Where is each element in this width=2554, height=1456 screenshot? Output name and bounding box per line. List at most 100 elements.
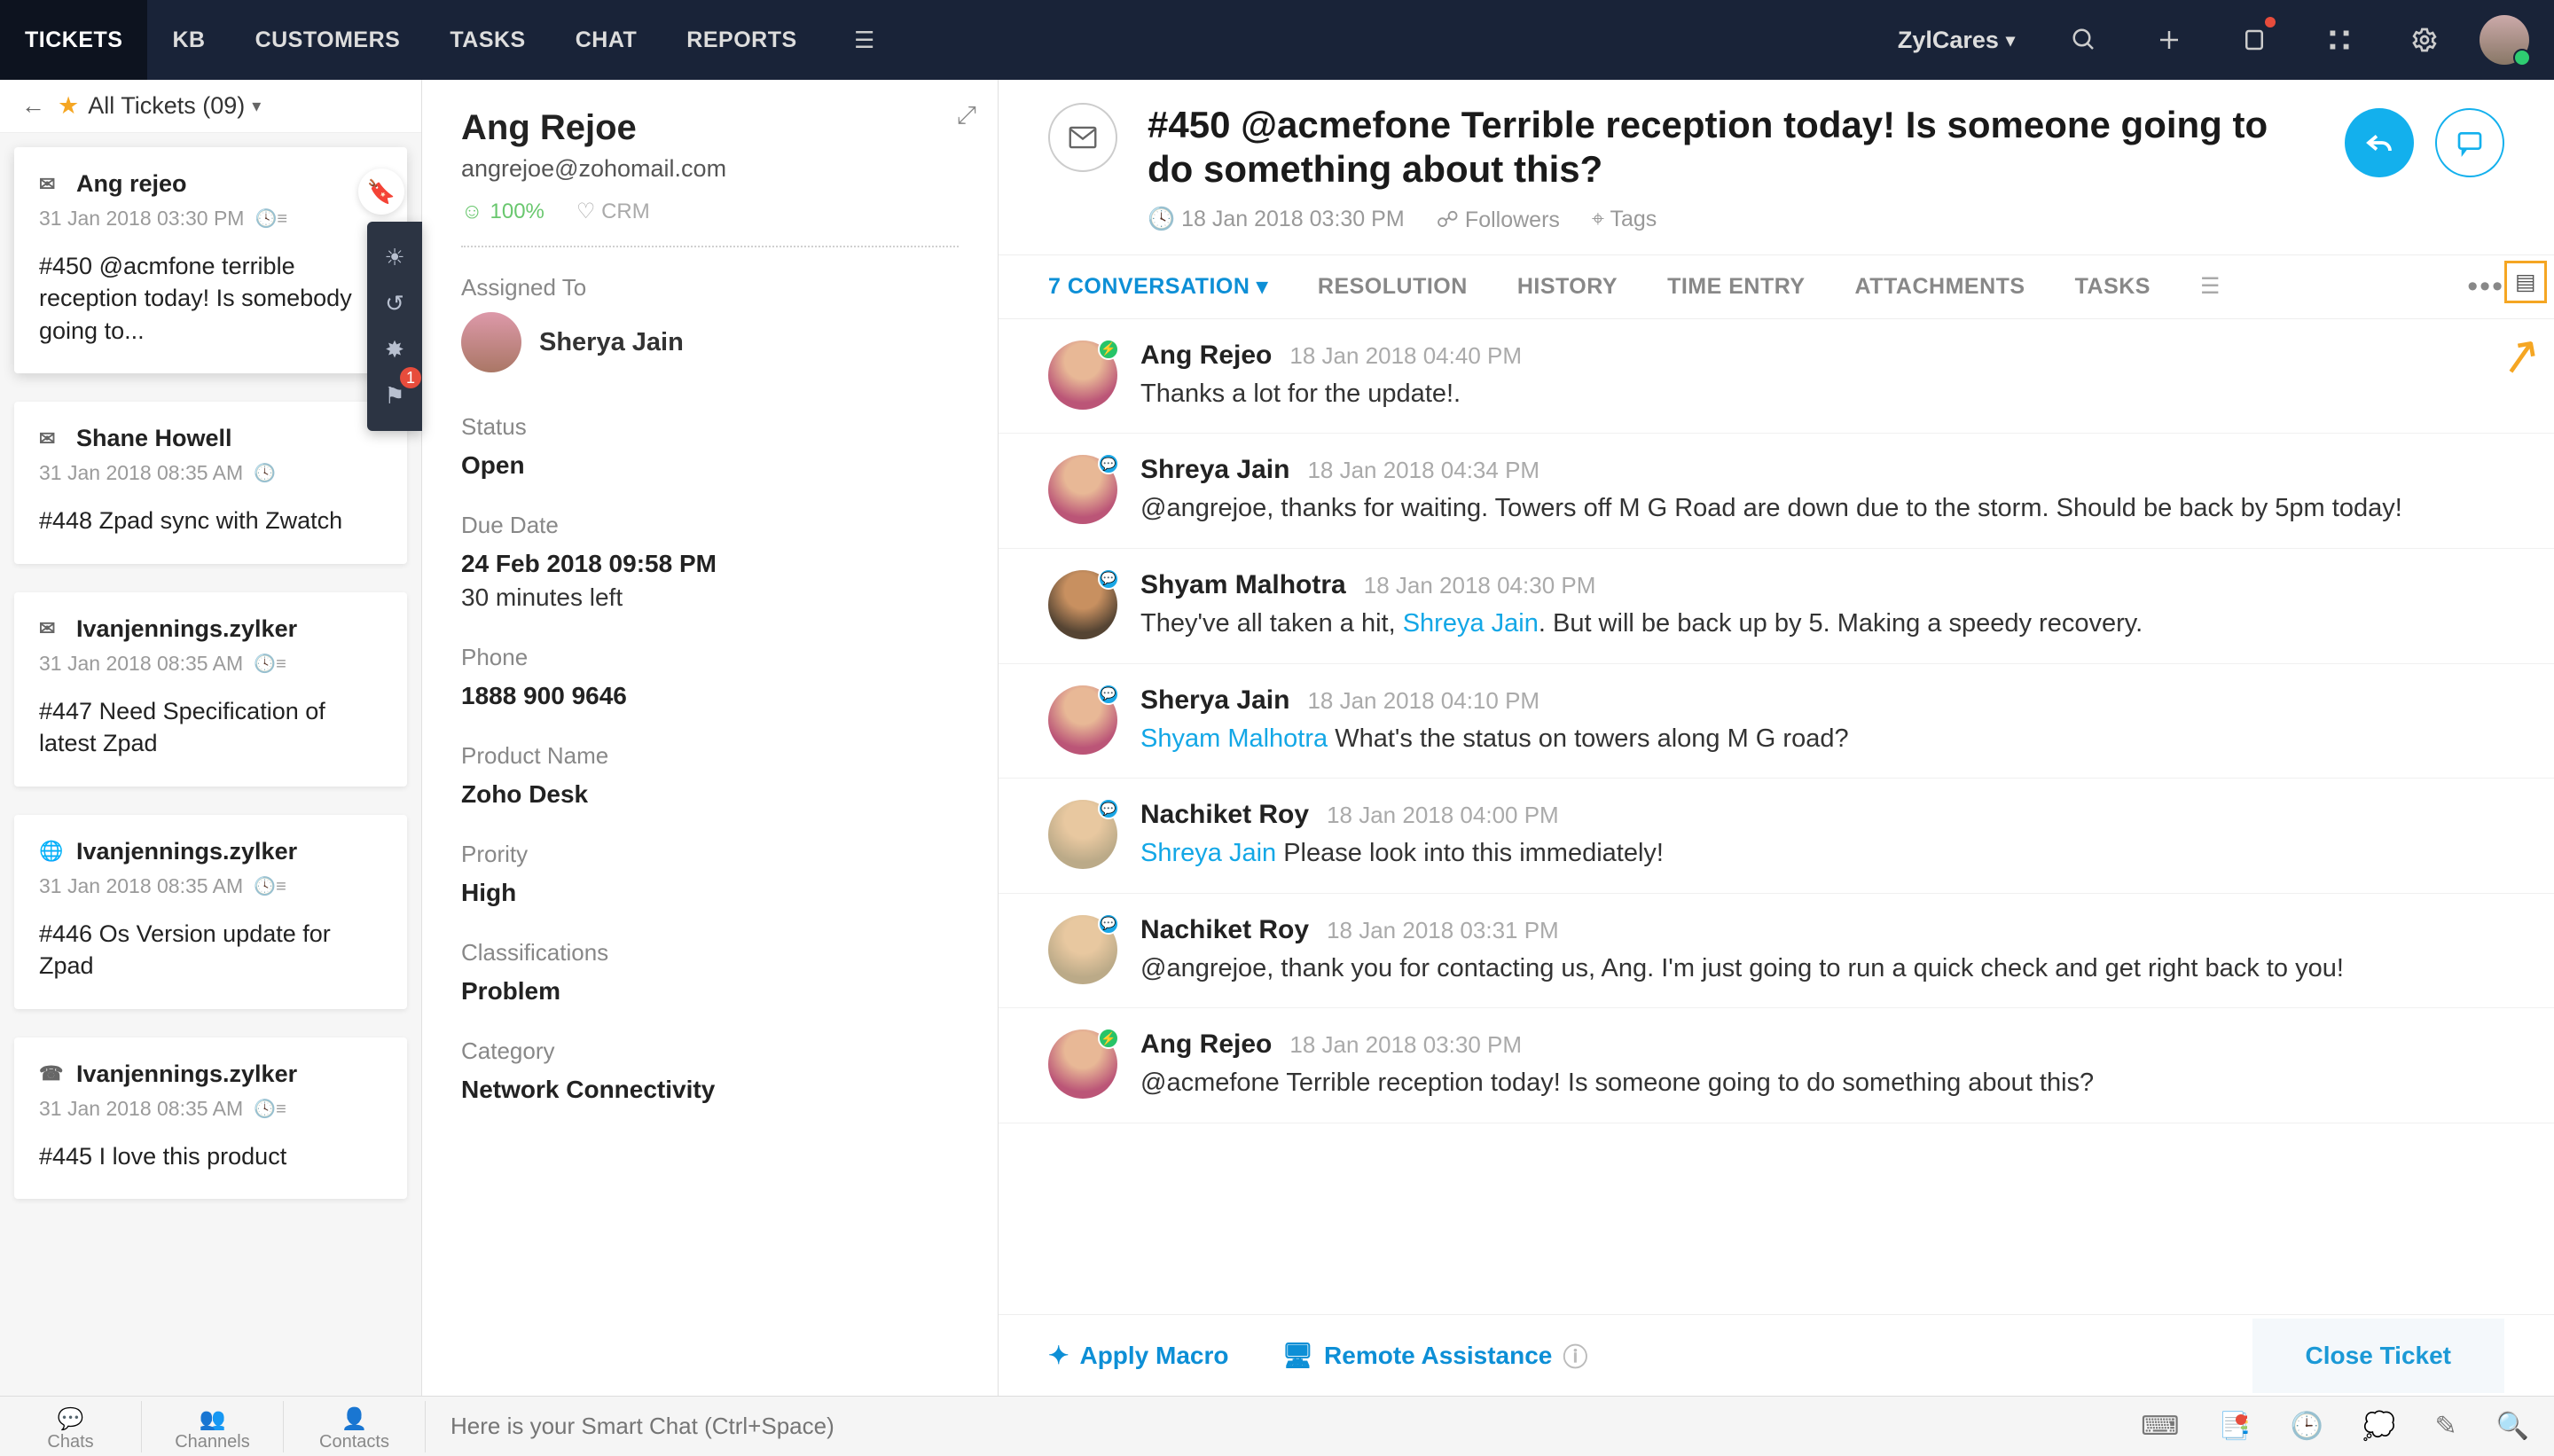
message-row[interactable]: 💬 Sherya Jain18 Jan 2018 04:10 PM Shyam … bbox=[999, 664, 2554, 779]
lightbulb-icon[interactable]: ☀ bbox=[377, 234, 412, 280]
bottom-tab-channels[interactable]: 👥Channels bbox=[142, 1401, 284, 1452]
org-switcher[interactable]: ZylCares▾ bbox=[1898, 27, 2015, 54]
chat-bubble-icon[interactable]: 💭 bbox=[2362, 1411, 2395, 1442]
message-row[interactable]: 💬 Nachiket Roy18 Jan 2018 04:00 PM Shrey… bbox=[999, 779, 2554, 894]
tab-time-entry[interactable]: TIME ENTRY bbox=[1667, 274, 1805, 300]
crm-badge[interactable]: ♡ CRM bbox=[576, 199, 650, 224]
message-row[interactable]: ⚡ Ang Rejeo18 Jan 2018 04:40 PM Thanks a… bbox=[999, 319, 2554, 434]
bottom-bar: 💬Chats 👥Channels 👤Contacts ⌨ 📑 🕒 💭 ✎ 🔍 bbox=[0, 1396, 2554, 1456]
message-text: Shreya Jain Please look into this immedi… bbox=[1140, 835, 2504, 872]
search-icon[interactable] bbox=[2057, 13, 2111, 67]
ticket-list[interactable]: ✉Ang rejeo 31 Jan 2018 03:30 PM🕓≡ #450 @… bbox=[0, 133, 421, 1396]
notifications-icon[interactable] bbox=[2228, 13, 2281, 67]
settings-icon[interactable] bbox=[2398, 13, 2451, 67]
ticket-number: #450 bbox=[39, 253, 92, 279]
nav-reports[interactable]: REPORTS bbox=[662, 0, 821, 80]
org-name: ZylCares bbox=[1898, 27, 1999, 54]
followers-link[interactable]: ☍ Followers bbox=[1437, 207, 1560, 233]
conversation-panel: #450 @acmefone Terrible reception today!… bbox=[999, 80, 2554, 1396]
nav-tickets[interactable]: TICKETS bbox=[0, 0, 147, 80]
ticket-card[interactable]: ✉Ang rejeo 31 Jan 2018 03:30 PM🕓≡ #450 @… bbox=[14, 147, 407, 373]
presence-badge: 💬 bbox=[1098, 568, 1119, 590]
field-value: 24 Feb 2018 09:58 PM bbox=[461, 550, 959, 578]
nav-chat[interactable]: CHAT bbox=[551, 0, 662, 80]
expand-icon[interactable]: ⤢ bbox=[957, 101, 976, 130]
tab-resolution[interactable]: RESOLUTION bbox=[1318, 274, 1468, 300]
main-area: ← ★ All Tickets (09) ▾ ✉Ang rejeo 31 Jan… bbox=[0, 80, 2554, 1396]
add-icon[interactable] bbox=[2143, 13, 2196, 67]
message-timestamp: 18 Jan 2018 04:34 PM bbox=[1307, 457, 1539, 484]
ticket-number: #445 bbox=[39, 1143, 92, 1170]
tab-attachments[interactable]: ATTACHMENTS bbox=[1855, 274, 2025, 300]
message-row[interactable]: 💬 Nachiket Roy18 Jan 2018 03:31 PM @angr… bbox=[999, 894, 2554, 1009]
comment-button[interactable] bbox=[2435, 108, 2504, 177]
presence-badge: 💬 bbox=[1098, 798, 1119, 819]
ticket-card[interactable]: 🌐Ivanjennings.zylker 31 Jan 2018 08:35 A… bbox=[14, 815, 407, 1009]
message-author: Nachiket Roy bbox=[1140, 915, 1309, 945]
field-value: 1888 900 9646 bbox=[461, 682, 959, 710]
flag-icon[interactable]: ⚑1 bbox=[377, 372, 412, 419]
phone-icon: ☎ bbox=[39, 1062, 64, 1085]
smart-chat-input[interactable] bbox=[426, 1413, 2141, 1440]
contacts-icon: 👤 bbox=[284, 1406, 425, 1432]
bottom-tab-chats[interactable]: 💬Chats bbox=[0, 1401, 142, 1452]
bug-icon[interactable]: ✸ bbox=[377, 326, 412, 372]
assignee-row[interactable]: Sherya Jain bbox=[461, 312, 959, 372]
ticket-view-title: All Tickets (09) bbox=[88, 92, 245, 120]
close-ticket-button[interactable]: Close Ticket bbox=[2252, 1319, 2504, 1393]
clock-icon[interactable]: 🕒 bbox=[2291, 1411, 2323, 1442]
keyboard-icon[interactable]: ⌨ bbox=[2141, 1411, 2179, 1442]
tag-float-icon[interactable]: 🔖 bbox=[358, 168, 404, 215]
nav-kb[interactable]: KB bbox=[147, 0, 230, 80]
apply-macro-button[interactable]: ✦ Apply Macro bbox=[1048, 1341, 1229, 1370]
field-label: Category bbox=[461, 1037, 959, 1065]
apps-icon[interactable] bbox=[2313, 13, 2366, 67]
message-text: Shyam Malhotra What's the status on towe… bbox=[1140, 721, 2504, 757]
tab-tasks[interactable]: TASKS bbox=[2075, 274, 2151, 300]
ticket-info-panel: 🔖 ☀ ↺ ✸ ⚑1 ⤢ Ang Rejoe angrejoe@zohomail… bbox=[422, 80, 999, 1396]
ticket-list-header[interactable]: ← ★ All Tickets (09) ▾ bbox=[0, 80, 421, 133]
remote-assistance-button[interactable]: 🖥 Remote Assistance ⓘ bbox=[1282, 1338, 1588, 1374]
profile-avatar[interactable] bbox=[2480, 15, 2529, 65]
tab-conversation[interactable]: 7 CONVERSATION ▾ bbox=[1048, 273, 1268, 300]
message-row[interactable]: 💬 Shreya Jain18 Jan 2018 04:34 PM @angre… bbox=[999, 434, 2554, 549]
search-bottom-icon[interactable]: 🔍 bbox=[2496, 1411, 2529, 1442]
ticket-subject: Zpad sync with Zwatch bbox=[99, 507, 343, 534]
message-list[interactable]: ⚡ Ang Rejeo18 Jan 2018 04:40 PM Thanks a… bbox=[999, 319, 2554, 1314]
ticket-from: Shane Howell bbox=[76, 425, 232, 452]
ticket-from: Ivanjennings.zylker bbox=[76, 1061, 297, 1088]
message-text: @acmefone Terrible reception today! Is s… bbox=[1140, 1065, 2504, 1101]
message-row[interactable]: 💬 Shyam Malhotra18 Jan 2018 04:30 PM The… bbox=[999, 549, 2554, 664]
field-label: Product Name bbox=[461, 742, 959, 770]
field-value: Open bbox=[461, 451, 959, 480]
edit-icon[interactable]: ✎ bbox=[2435, 1411, 2457, 1442]
channel-email-icon bbox=[1048, 103, 1117, 172]
back-icon[interactable]: ← bbox=[21, 92, 45, 120]
nav-tasks[interactable]: TASKS bbox=[425, 0, 550, 80]
inbox-icon[interactable]: 📑 bbox=[2218, 1411, 2251, 1442]
clock-icon: 🕓≡ bbox=[255, 207, 287, 230]
layers-highlight-icon[interactable]: ▤ bbox=[2504, 261, 2547, 303]
chevron-down-icon[interactable]: ▾ bbox=[252, 95, 261, 117]
ticket-meta: 31 Jan 2018 08:35 AM bbox=[39, 652, 243, 676]
top-nav: TICKETS KB CUSTOMERS TASKS CHAT REPORTS … bbox=[0, 0, 2554, 80]
bottom-tab-contacts[interactable]: 👤Contacts bbox=[284, 1401, 426, 1452]
contact-name: Ang Rejoe bbox=[461, 108, 959, 148]
more-actions-icon[interactable]: ••• bbox=[2467, 270, 2504, 304]
ticket-card[interactable]: ✉Shane Howell 31 Jan 2018 08:35 AM🕓 #448… bbox=[14, 402, 407, 563]
nav-customers[interactable]: CUSTOMERS bbox=[231, 0, 426, 80]
filter-icon[interactable]: ☰ bbox=[2200, 273, 2221, 300]
nav-more-icon[interactable]: ☰ bbox=[838, 13, 891, 67]
tags-link[interactable]: ⌖ Tags bbox=[1592, 207, 1657, 232]
ticket-card[interactable]: ✉Ivanjennings.zylker 31 Jan 2018 08:35 A… bbox=[14, 592, 407, 787]
reply-button[interactable] bbox=[2345, 108, 2414, 177]
history-icon[interactable]: ↺ bbox=[377, 280, 412, 326]
ticket-from: Ivanjennings.zylker bbox=[76, 838, 297, 865]
tab-history[interactable]: HISTORY bbox=[1517, 274, 1618, 300]
message-author: Shyam Malhotra bbox=[1140, 570, 1346, 600]
message-author: Nachiket Roy bbox=[1140, 800, 1309, 830]
message-author: Sherya Jain bbox=[1140, 685, 1289, 716]
ticket-from: Ivanjennings.zylker bbox=[76, 615, 297, 643]
ticket-card[interactable]: ☎Ivanjennings.zylker 31 Jan 2018 08:35 A… bbox=[14, 1037, 407, 1199]
message-row[interactable]: ⚡ Ang Rejeo18 Jan 2018 03:30 PM @acmefon… bbox=[999, 1008, 2554, 1123]
